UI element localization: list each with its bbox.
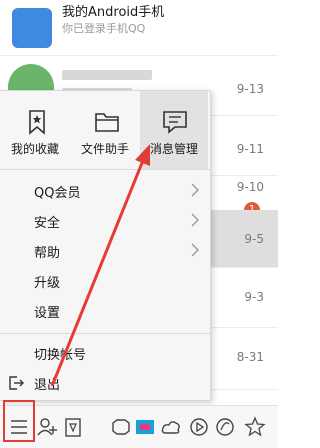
chat-date: 9-5 bbox=[244, 232, 264, 246]
file-assistant-button[interactable]: 文件助手 bbox=[72, 91, 138, 169]
menu-icon[interactable] bbox=[8, 416, 30, 438]
divider bbox=[0, 333, 210, 334]
qzone-icon[interactable] bbox=[244, 416, 266, 438]
music-icon[interactable] bbox=[188, 416, 210, 438]
message-manager-button[interactable]: 消息管理 bbox=[140, 91, 208, 169]
weather-icon[interactable] bbox=[160, 416, 182, 438]
app-manager-icon[interactable] bbox=[62, 416, 84, 438]
chat-date: 9-3 bbox=[244, 290, 264, 304]
folder-icon bbox=[95, 113, 119, 132]
menu-item-settings[interactable]: 设置 bbox=[0, 297, 210, 325]
menu-item-label: 切换帐号 bbox=[34, 348, 87, 363]
bottom-toolbar bbox=[0, 405, 278, 448]
main-menu-popup: 我的收藏 文件助手 消息管理 QQ会员 安全 帮助 升级 设置 切换帐号 退出 bbox=[0, 90, 211, 401]
file-assistant-label: 文件助手 bbox=[80, 142, 129, 156]
bookmark-icon bbox=[29, 110, 45, 135]
game-icon[interactable] bbox=[110, 416, 132, 438]
chat-date: 9-10 bbox=[236, 180, 264, 194]
favorites-button[interactable]: 我的收藏 bbox=[2, 91, 68, 169]
chevron-right-icon bbox=[191, 243, 199, 257]
menu-item-label: 退出 bbox=[34, 378, 61, 393]
chat-title: 我的Android手机 bbox=[62, 5, 165, 20]
menu-item-switch-account[interactable]: 切换帐号 bbox=[0, 339, 210, 367]
menu-item-help[interactable]: 帮助 bbox=[0, 237, 210, 265]
message-icon bbox=[163, 111, 187, 134]
phone-avatar-icon bbox=[12, 8, 52, 48]
divider bbox=[0, 169, 210, 170]
browser-icon[interactable] bbox=[214, 416, 236, 438]
menu-item-label: QQ会员 bbox=[34, 186, 81, 201]
chevron-right-icon bbox=[191, 213, 199, 227]
menu-item-upgrade[interactable]: 升级 bbox=[0, 267, 210, 295]
chat-date: 9-13 bbox=[236, 82, 264, 96]
menu-item-label: 升级 bbox=[34, 276, 61, 291]
message-manager-label: 消息管理 bbox=[149, 142, 198, 156]
chat-subtitle: 你已登录手机QQ bbox=[62, 22, 146, 35]
chat-row-android[interactable]: 我的Android手机 你已登录手机QQ bbox=[0, 0, 278, 56]
chat-date: 9-11 bbox=[236, 142, 264, 156]
menu-item-logout[interactable]: 退出 bbox=[0, 369, 210, 397]
chevron-right-icon bbox=[191, 183, 199, 197]
menu-item-security[interactable]: 安全 bbox=[0, 207, 210, 235]
menu-item-label: 帮助 bbox=[34, 246, 61, 261]
favorites-label: 我的收藏 bbox=[10, 142, 59, 156]
menu-item-label: 设置 bbox=[34, 306, 61, 321]
qq-video-icon[interactable] bbox=[134, 416, 156, 438]
logout-icon bbox=[9, 376, 24, 390]
menu-item-label: 安全 bbox=[34, 216, 61, 231]
quick-actions: 我的收藏 文件助手 消息管理 bbox=[0, 91, 210, 169]
chat-date: 8-31 bbox=[236, 350, 264, 364]
add-contact-icon[interactable] bbox=[36, 416, 58, 438]
menu-item-qq-vip[interactable]: QQ会员 bbox=[0, 177, 210, 205]
